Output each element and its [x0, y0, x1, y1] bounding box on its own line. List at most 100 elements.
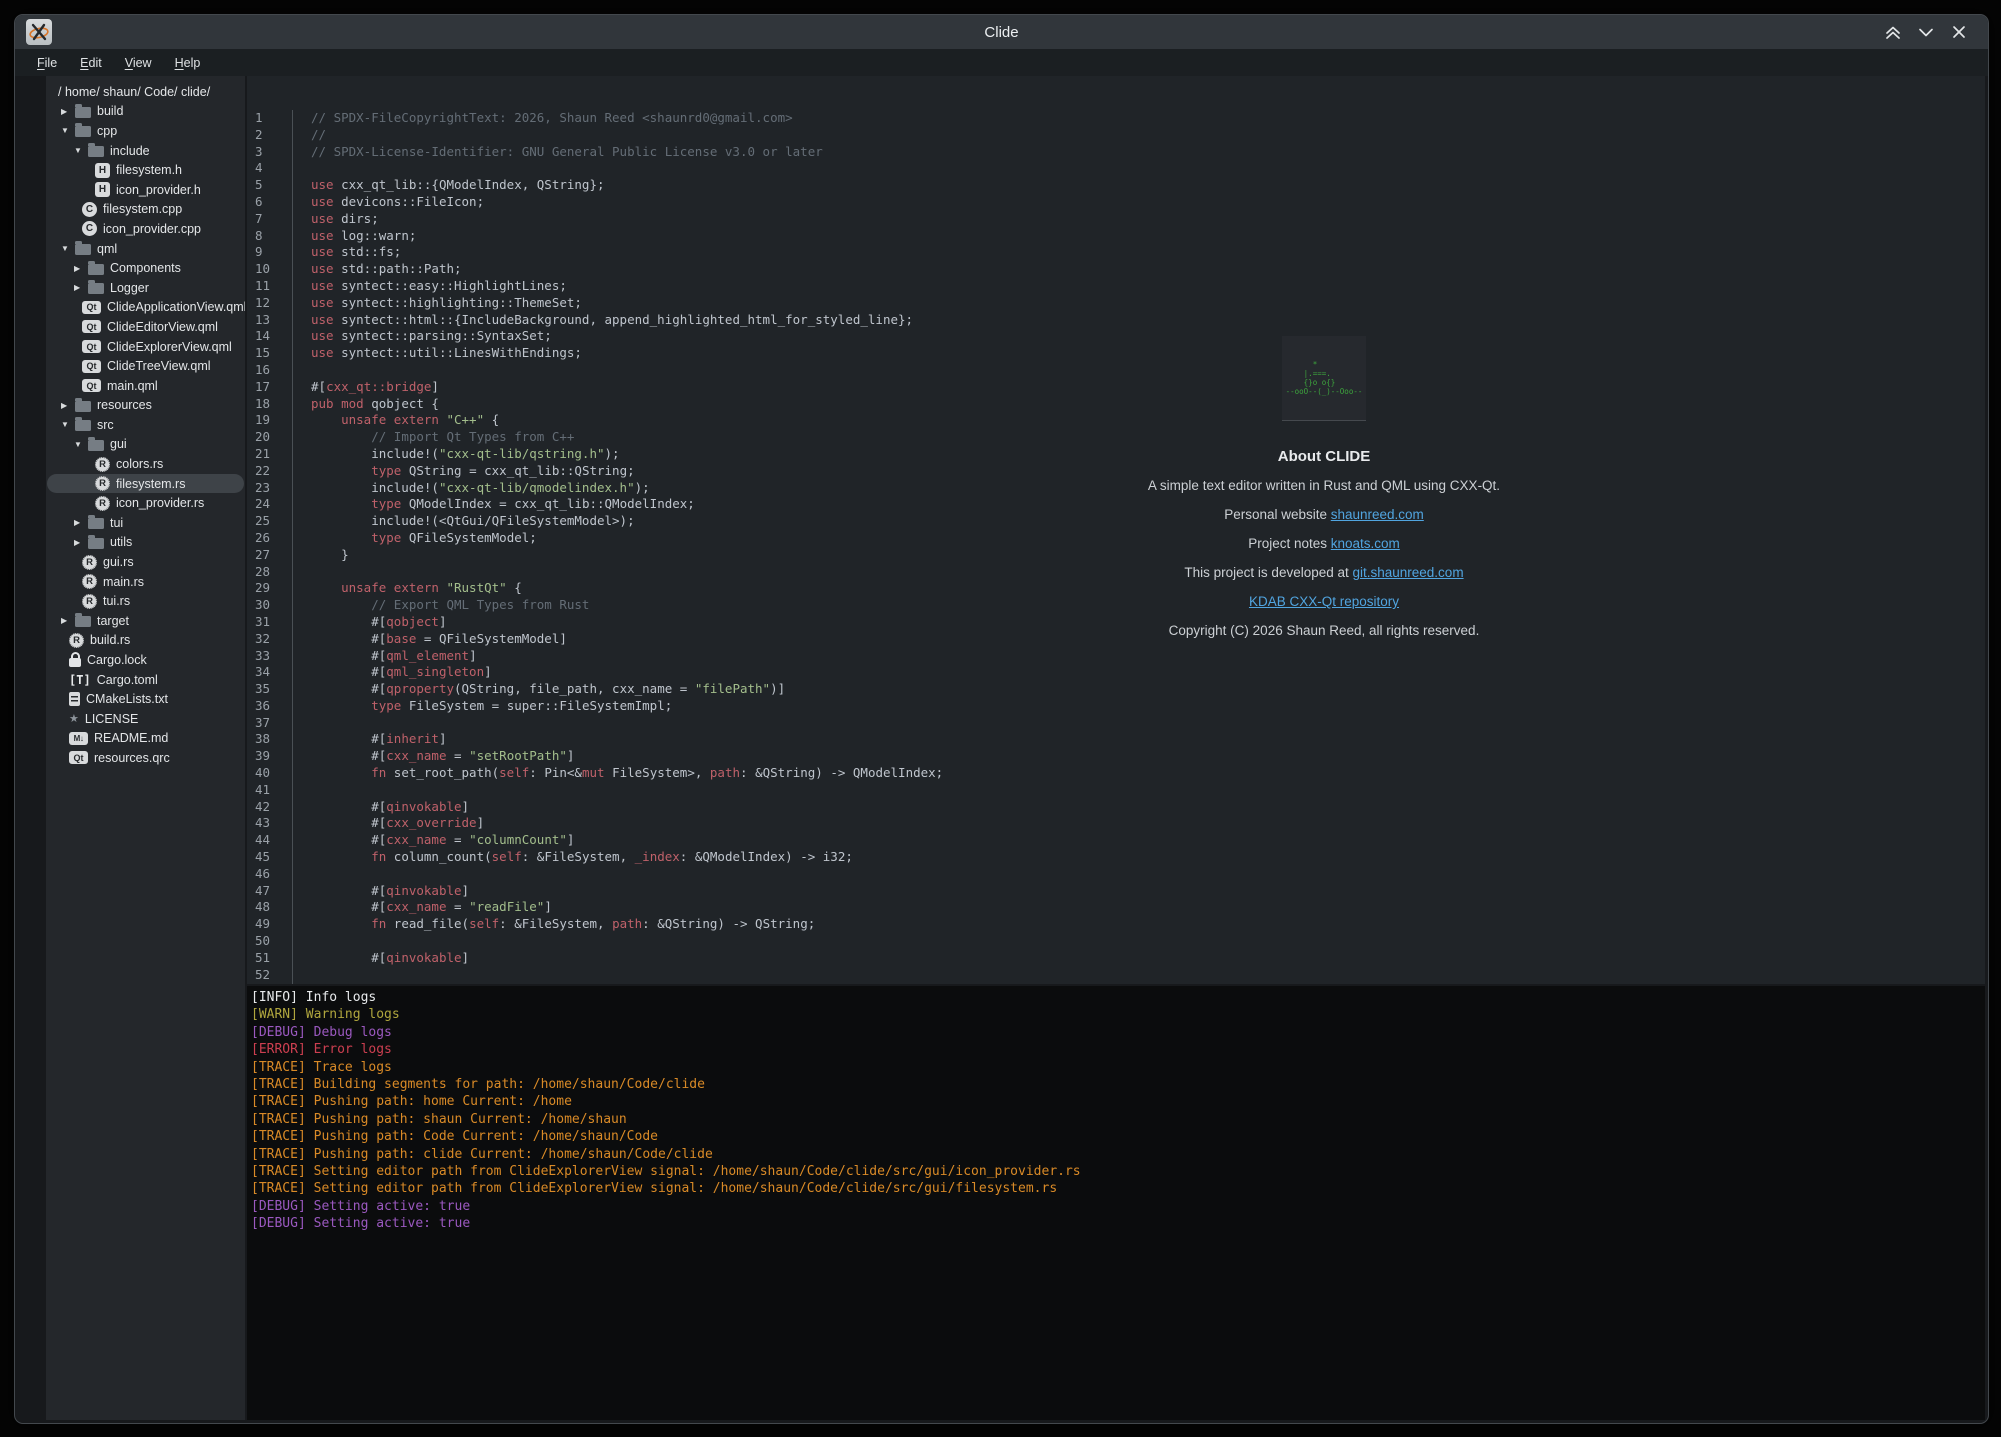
log-line-trace: [TRACE] Pushing path: shaun Current: /ho…	[251, 1111, 1985, 1128]
log-line-trace: [TRACE] Pushing path: home Current: /hom…	[251, 1093, 1985, 1110]
tree-item-cargo-toml[interactable]: [T]Cargo.toml	[46, 670, 245, 690]
tree-item-logger[interactable]: ▶ Logger	[46, 278, 245, 298]
tree-item-resources[interactable]: ▶resources	[46, 396, 245, 416]
tree-item-cpp[interactable]: ▼cpp	[46, 121, 245, 141]
link-git-shaunreed-com[interactable]: git.shaunreed.com	[1353, 565, 1464, 580]
close-button[interactable]	[1947, 20, 1971, 44]
line-number: 43	[247, 815, 292, 832]
expand-arrow-icon[interactable]: ▶	[61, 616, 75, 625]
line-number: 24	[247, 496, 292, 513]
tree-item-label: build	[97, 104, 123, 118]
tree-item-filesystem-rs[interactable]: Rfilesystem.rs	[46, 474, 245, 494]
chevron-down-icon	[1914, 20, 1938, 44]
qt-icon: Qt	[82, 379, 101, 392]
line-number: 32	[247, 631, 292, 648]
file-tree-panel[interactable]: / home/ shaun/ Code/ clide/ ▶build▼cpp▼i…	[46, 76, 245, 1420]
tree-item-build-rs[interactable]: Rbuild.rs	[46, 631, 245, 651]
log-line-info: [INFO] Info logs	[251, 989, 1985, 1006]
line-number: 29	[247, 580, 292, 597]
log-panel[interactable]: [INFO] Info logs[WARN] Warning logs[DEBU…	[247, 986, 1985, 1420]
line-number: 9	[247, 244, 292, 261]
tree-item-cmakelists-txt[interactable]: CMakeLists.txt	[46, 689, 245, 709]
tree-item-qml[interactable]: ▼qml	[46, 239, 245, 259]
code-editor[interactable]: 1234567891011121314151617181920212223242…	[247, 76, 1985, 984]
folder-icon	[88, 146, 104, 157]
log-line-error: [ERROR] Error logs	[251, 1041, 1985, 1058]
lock-icon	[69, 658, 81, 667]
tree-item-build[interactable]: ▶ build	[46, 102, 245, 122]
expand-arrow-icon[interactable]: ▶	[61, 107, 75, 116]
double-chevron-up-icon	[1881, 20, 1905, 44]
line-number: 44	[247, 832, 292, 849]
line-number: 13	[247, 312, 292, 329]
tree-item-cargo-lock[interactable]: Cargo.lock	[46, 650, 245, 670]
tree-item-src[interactable]: ▼src	[46, 415, 245, 435]
tree-item-main-qml[interactable]: Qtmain.qml	[46, 376, 245, 396]
log-line-trace: [TRACE] Setting editor path from ClideEx…	[251, 1180, 1985, 1197]
tree-item-icon-provider-rs[interactable]: Ricon_provider.rs	[46, 493, 245, 513]
collapse-arrow-icon[interactable]: ▼	[74, 146, 88, 155]
tree-item-tui-rs[interactable]: Rtui.rs	[46, 591, 245, 611]
collapse-arrow-icon[interactable]: ▼	[61, 420, 75, 429]
menu-item-file[interactable]: File	[27, 53, 67, 73]
tree-item-clideexplorerview-qml[interactable]: QtClideExplorerView.qml	[46, 337, 245, 357]
about-text-line: Copyright (C) 2026 Shaun Reed, all right…	[1024, 623, 1624, 639]
link-shaunreed-com[interactable]: shaunreed.com	[1331, 507, 1424, 522]
tree-item-readme-md[interactable]: M↓README.md	[46, 729, 245, 749]
tree-item-label: include	[110, 144, 150, 158]
title-bar[interactable]: Clide	[15, 15, 1988, 49]
tree-item-icon-provider-cpp[interactable]: Cicon_provider.cpp	[46, 219, 245, 239]
tree-item-components[interactable]: ▶Components	[46, 258, 245, 278]
app-icon	[26, 19, 52, 45]
tree-item-license[interactable]: ★LICENSE	[46, 709, 245, 729]
code-line: fn column_count(self: &FileSystem, _inde…	[294, 849, 1985, 866]
tree-item-clideeditorview-qml[interactable]: QtClideEditorView.qml	[46, 317, 245, 337]
tree-item-clidetreeview-qml[interactable]: QtClideTreeView.qml	[46, 356, 245, 376]
expand-arrow-icon[interactable]: ▶	[74, 538, 88, 547]
line-number: 28	[247, 564, 292, 581]
code-line: #[cxx_name = "setRootPath"]	[294, 748, 1985, 765]
tree-item-tui[interactable]: ▶tui	[46, 513, 245, 533]
tree-item-resources-qrc[interactable]: Qtresources.qrc	[46, 748, 245, 768]
maximize-button[interactable]	[1881, 20, 1905, 44]
menu-item-edit[interactable]: Edit	[70, 53, 112, 73]
line-number: 22	[247, 463, 292, 480]
tree-item-main-rs[interactable]: Rmain.rs	[46, 572, 245, 592]
code-line: #[qinvokable]	[294, 799, 1985, 816]
menu-item-view[interactable]: View	[115, 53, 162, 73]
tree-item-clideapplicationview-qml[interactable]: QtClideApplicationView.qml	[46, 298, 245, 318]
tree-item-colors-rs[interactable]: Rcolors.rs	[46, 454, 245, 474]
tree-item-gui-rs[interactable]: Rgui.rs	[46, 552, 245, 572]
code-line: #[cxx_name = "columnCount"]	[294, 832, 1985, 849]
collapse-arrow-icon[interactable]: ▼	[74, 440, 88, 449]
expand-arrow-icon[interactable]: ▶	[74, 283, 88, 292]
tree-item-filesystem-cpp[interactable]: Cfilesystem.cpp	[46, 200, 245, 220]
x-icon	[1947, 20, 1971, 44]
tree-item-label: Logger	[110, 281, 149, 295]
link-kdab-cxx-qt-repository[interactable]: KDAB CXX-Qt repository	[1249, 594, 1399, 609]
menu-item-help[interactable]: Help	[165, 53, 211, 73]
line-number: 4	[247, 160, 292, 177]
tree-item-utils[interactable]: ▶utils	[46, 533, 245, 553]
code-line: #[cxx_name = "readFile"]	[294, 899, 1985, 916]
collapse-arrow-icon[interactable]: ▼	[61, 244, 75, 253]
expand-arrow-icon[interactable]: ▶	[74, 518, 88, 527]
tree-item-include[interactable]: ▼ include	[46, 141, 245, 161]
rust-icon: R	[82, 594, 97, 609]
expand-arrow-icon[interactable]: ▶	[61, 401, 75, 410]
rust-icon: R	[82, 574, 97, 589]
folder-icon	[88, 264, 104, 275]
code-line	[294, 866, 1985, 883]
tree-item-gui[interactable]: ▼gui	[46, 435, 245, 455]
line-number: 46	[247, 866, 292, 883]
rust-icon: R	[82, 555, 97, 570]
tree-item-icon-provider-h[interactable]: Hicon_provider.h	[46, 180, 245, 200]
tree-item-filesystem-h[interactable]: Hfilesystem.h	[46, 160, 245, 180]
link-knoats-com[interactable]: knoats.com	[1331, 536, 1400, 551]
expand-arrow-icon[interactable]: ▶	[74, 264, 88, 273]
code-line	[294, 782, 1985, 799]
line-number: 36	[247, 698, 292, 715]
minimize-button[interactable]	[1914, 20, 1938, 44]
tree-item-target[interactable]: ▶target	[46, 611, 245, 631]
collapse-arrow-icon[interactable]: ▼	[61, 126, 75, 135]
